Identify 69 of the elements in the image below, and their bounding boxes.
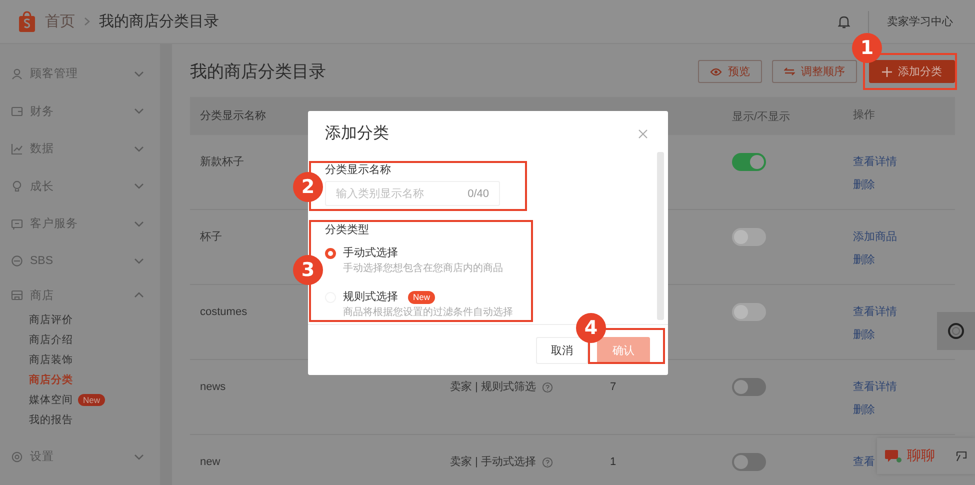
shop-bag-icon[interactable] xyxy=(18,10,36,32)
table-cell: 1 xyxy=(610,456,616,468)
table-cell-text: news xyxy=(200,380,226,395)
eye-icon xyxy=(710,68,722,76)
collapse-icon[interactable] xyxy=(956,450,967,462)
chat-icon xyxy=(885,449,902,463)
sidebar-subitem[interactable]: 商店介绍 xyxy=(29,333,73,347)
add-category-button[interactable]: 添加分类 xyxy=(869,60,955,83)
circle-icon xyxy=(11,255,23,268)
learning-center-link[interactable]: 卖家学习中心 xyxy=(887,14,953,29)
option-description: 商品将根据您设置的过滤条件自动选择 xyxy=(343,306,513,320)
field-label: 分类显示名称 xyxy=(325,163,392,177)
option-description: 手动选择您想包含在您商店内的商品 xyxy=(343,262,503,276)
breadcrumb-link[interactable]: 首页 xyxy=(45,12,75,31)
radio-button[interactable] xyxy=(325,248,336,259)
chat-widget[interactable]: 聊聊 xyxy=(877,438,975,474)
support-button[interactable] xyxy=(937,312,975,350)
action-link[interactable]: 删除 xyxy=(853,174,897,197)
table-cell: 7 xyxy=(610,381,616,393)
sidebar-subitem[interactable]: 媒体空间 xyxy=(29,393,73,407)
option-label: 规则式选择 xyxy=(343,290,398,305)
action-link[interactable]: 查看详情 xyxy=(853,151,897,174)
swap-icon xyxy=(784,67,795,76)
table-cell-text: 卖家 | 手动式选择 xyxy=(450,454,536,470)
new-badge: New xyxy=(408,290,436,304)
action-link[interactable]: 删除 xyxy=(853,399,897,422)
column-header: 操作 xyxy=(853,108,875,122)
wallet-icon xyxy=(11,105,23,118)
toggle-switch[interactable] xyxy=(732,153,766,171)
action-link[interactable]: 查看详情 xyxy=(853,376,897,399)
bulb-icon xyxy=(11,180,23,192)
scrollbar[interactable] xyxy=(657,152,664,320)
person-icon xyxy=(11,68,23,80)
headset-icon xyxy=(947,322,965,340)
sidebar-subitem[interactable]: 商店分类 xyxy=(29,373,73,387)
dialog-title: 添加分类 xyxy=(325,124,390,144)
help-icon xyxy=(542,456,553,468)
bell-icon[interactable] xyxy=(838,14,850,28)
field-label: 分类类型 xyxy=(325,223,370,237)
sidebar-subitem[interactable]: 商店评价 xyxy=(29,313,73,327)
table-cell-text: costumes xyxy=(200,305,248,320)
action-link[interactable]: 查看 xyxy=(853,451,875,474)
option-label: 手动式选择 xyxy=(343,246,398,261)
close-icon[interactable] xyxy=(638,128,648,138)
sidebar-subitem[interactable]: 我的报告 xyxy=(29,413,73,427)
line-chart-icon xyxy=(11,142,23,155)
help-icon xyxy=(542,382,553,392)
table-cell-text: 卖家 | 规则式筛选 xyxy=(450,380,536,395)
table-cell-text: 新款杯子 xyxy=(200,154,244,170)
toggle-switch[interactable] xyxy=(732,453,766,471)
reorder-button[interactable]: 调整顺序 xyxy=(772,60,857,83)
input-field[interactable]: 输入类别显示名称 0/40 xyxy=(325,181,500,206)
sidebar-subitem[interactable]: 商店装饰 xyxy=(29,353,73,367)
cancel-button[interactable]: 取消 xyxy=(536,336,588,364)
chat-box-icon xyxy=(11,218,23,230)
table-cell-text: new xyxy=(200,455,220,470)
new-badge: New xyxy=(78,394,106,406)
chevron-icon xyxy=(84,17,90,26)
chat-label: 聊聊 xyxy=(907,447,936,465)
plus-icon xyxy=(882,66,892,76)
toggle-switch[interactable] xyxy=(732,378,766,396)
shop-icon xyxy=(11,289,23,301)
table-cell-text: 杯子 xyxy=(200,230,222,245)
preview-button[interactable]: 预览 xyxy=(698,60,762,83)
character-counter: 0/40 xyxy=(468,188,489,200)
column-header: 分类显示名称 xyxy=(200,109,266,124)
column-header: 显示/不显示 xyxy=(732,110,790,124)
page-title: 我的商店分类目录 xyxy=(190,61,327,83)
breadcrumb-current: 我的商店分类目录 xyxy=(99,12,219,31)
